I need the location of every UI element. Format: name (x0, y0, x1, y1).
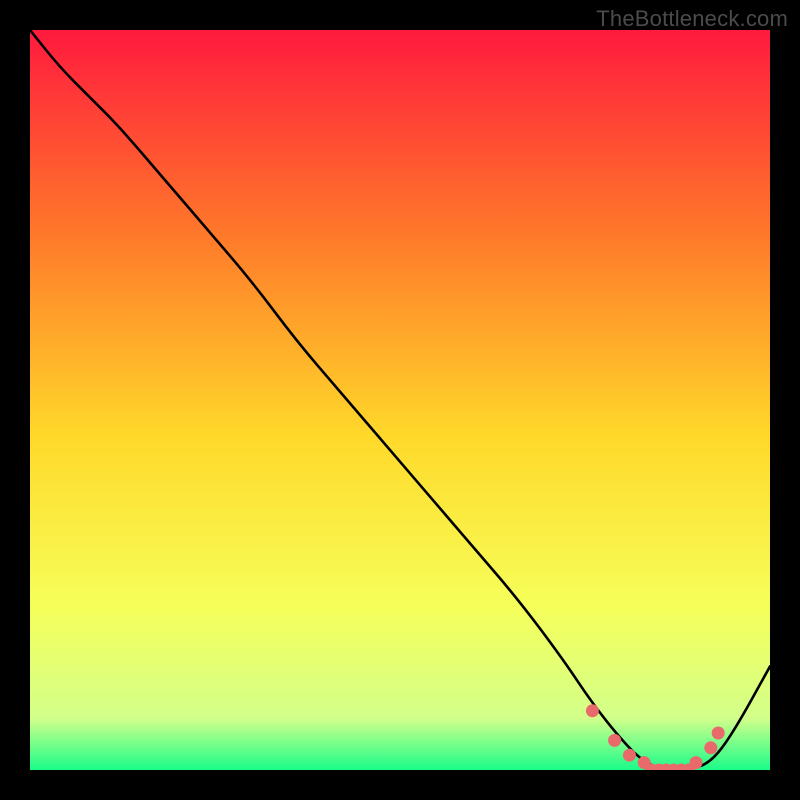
marker-dot (712, 727, 725, 740)
plot-area (30, 30, 770, 770)
marker-dot (608, 734, 621, 747)
gradient-background (30, 30, 770, 770)
chart-frame: TheBottleneck.com (0, 0, 800, 800)
marker-dot (704, 741, 717, 754)
marker-dot (690, 756, 703, 769)
marker-dot (623, 749, 636, 762)
watermark-text: TheBottleneck.com (596, 6, 788, 32)
chart-svg (30, 30, 770, 770)
marker-dot (586, 704, 599, 717)
